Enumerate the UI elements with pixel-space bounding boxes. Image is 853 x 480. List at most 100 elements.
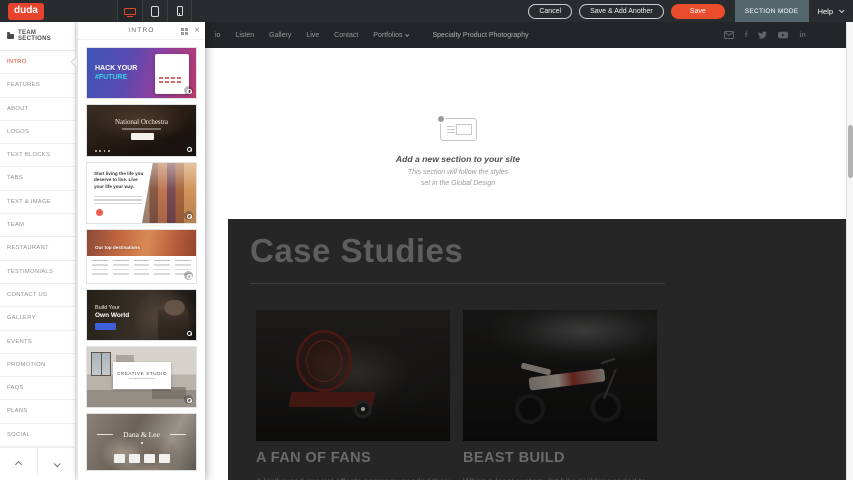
site-page-body: Add a new section to your site This sect… — [205, 48, 846, 480]
scroll-up-button[interactable] — [0, 448, 38, 476]
facebook-icon[interactable]: f — [745, 31, 748, 39]
case-study-text: A Hollywood special effects company need… — [256, 475, 450, 480]
nav-item-contact[interactable]: Contact — [334, 32, 358, 39]
sidebar-item-team[interactable]: TEAM — [0, 214, 75, 237]
placeholder-subtitle-line1: This section will follow the styles — [408, 169, 508, 176]
thumb-headline: Build Your — [95, 305, 120, 311]
magnifier-icon[interactable] — [184, 271, 193, 280]
sidebar-item-intro[interactable]: INTRO — [0, 51, 75, 74]
section-heading: Case Studies — [250, 232, 846, 270]
panel-title: INTRO — [128, 27, 154, 34]
template-thumbnail-hack-your-future[interactable]: HACK YOUR #FUTURE — [86, 47, 197, 99]
device-mobile-button[interactable] — [167, 0, 192, 22]
section-mode-badge: SECTION MODE — [735, 0, 809, 22]
sidebar-item-plans[interactable]: PLANS — [0, 400, 75, 423]
device-tablet-button[interactable] — [142, 0, 167, 22]
magnifier-icon[interactable] — [184, 328, 193, 337]
slider-dots — [95, 150, 110, 152]
save-add-another-button[interactable]: Save & Add Another — [579, 4, 664, 19]
sidebar-item-restaurant[interactable]: RESTAURANT — [0, 237, 75, 260]
bike-handlebar-shape — [601, 358, 615, 364]
nav-item-portfolios[interactable]: Portfolios — [373, 32, 408, 39]
placeholder-subtitle-line2: set in the Global Design — [421, 180, 495, 187]
sidebar-item-features[interactable]: FEATURES — [0, 74, 75, 97]
chevron-down-icon — [406, 32, 410, 36]
preview-scrollbar[interactable] — [846, 22, 853, 480]
magnifier-icon[interactable] — [184, 86, 193, 95]
magnifier-icon[interactable] — [184, 144, 193, 153]
magnifier-icon[interactable] — [184, 395, 193, 404]
template-thumbnail-build-your-own-world[interactable]: Build Your Own World — [86, 289, 197, 341]
section-placeholder-icon — [440, 118, 477, 141]
help-chevron-down-icon[interactable] — [839, 7, 845, 13]
sidebar-item-text-image[interactable]: TEXT & IMAGE — [0, 191, 75, 214]
case-study-text: When a local custom dirt bike builder ne… — [463, 475, 657, 480]
template-thumbnail-creative-studio[interactable]: CREATIVE STUDIO — [86, 346, 197, 408]
site-brand-title[interactable]: Specialty Product Photography — [432, 32, 528, 39]
sidebar-item-social[interactable]: SOCIAL — [0, 424, 75, 447]
sidebar-item-text-blocks[interactable]: TEXT BLOCKS — [0, 144, 75, 167]
youtube-icon[interactable] — [778, 31, 788, 39]
dirt-bike-image — [463, 310, 657, 441]
case-study-card-fans: A FAN OF FANS A Hollywood special effect… — [256, 310, 450, 480]
template-thumbnail-national-orchestra[interactable]: National Orchestra — [86, 104, 197, 157]
template-thumbnail-live-your-life[interactable]: Start living the life you deserve to liv… — [86, 162, 197, 224]
thumb-title: CREATIVE STUDIO — [113, 371, 171, 376]
help-menu[interactable]: Help — [818, 7, 833, 16]
add-section-placeholder[interactable]: Add a new section to your site This sect… — [325, 118, 591, 189]
thumb-subtitle-line — [129, 378, 155, 379]
chevron-down-icon — [54, 460, 61, 467]
fan-wheel-shape — [354, 400, 372, 418]
social-icons: f in — [724, 31, 806, 39]
thumb-title: Our top destinations — [95, 245, 140, 250]
heading-divider — [250, 283, 665, 284]
linkedin-icon[interactable]: in — [799, 31, 806, 39]
duda-logo[interactable]: duda — [8, 3, 44, 20]
thumb-headline: HACK YOUR — [95, 65, 137, 72]
thumb-countdown-boxes — [87, 454, 196, 463]
sidebar-item-promotion[interactable]: PROMOTION — [0, 354, 75, 377]
case-studies-section: Case Studies A FAN OF FANS A Hollywood s… — [228, 219, 846, 480]
cancel-button[interactable]: Cancel — [528, 4, 572, 19]
close-icon[interactable]: × — [194, 24, 200, 38]
case-studies-row: A FAN OF FANS A Hollywood special effect… — [250, 310, 846, 480]
email-icon[interactable] — [724, 31, 734, 39]
sidebar-footer: Create Section — [0, 447, 75, 480]
device-desktop-button[interactable] — [117, 0, 142, 22]
thumb-dot — [141, 442, 143, 444]
scroll-down-button[interactable] — [38, 448, 75, 476]
template-thumbnail-top-destinations[interactable]: Our top destinations — [86, 229, 197, 284]
bike-rear-wheel-shape — [515, 394, 545, 424]
case-study-title: BEAST BUILD — [463, 450, 657, 466]
save-button[interactable]: Save — [671, 4, 725, 19]
sidebar-item-contact-us[interactable]: CONTACT US — [0, 284, 75, 307]
chevron-up-icon — [15, 461, 22, 468]
grid-view-icon[interactable] — [181, 28, 188, 35]
placeholder-title: Add a new section to your site — [325, 154, 591, 164]
nav-item-partial[interactable]: io — [215, 32, 220, 39]
nav-item-live[interactable]: Live — [306, 32, 319, 39]
sidebar-item-faqs[interactable]: FAQS — [0, 377, 75, 400]
panel-header: INTRO × — [78, 22, 205, 40]
thumb-center-card: CREATIVE STUDIO — [113, 362, 171, 389]
sidebar-item-gallery[interactable]: GALLERY — [0, 307, 75, 330]
template-thumbnail-dana-and-lee[interactable]: Dana & Lee — [86, 413, 197, 471]
nav-item-listen[interactable]: Listen — [235, 32, 254, 39]
thumb-headline-accent: #FUTURE — [95, 74, 127, 81]
placeholder-image-box — [456, 124, 472, 135]
twitter-icon[interactable] — [758, 31, 767, 39]
sidebar-item-tabs[interactable]: TABS — [0, 167, 75, 190]
nav-item-gallery[interactable]: Gallery — [269, 32, 291, 39]
sidebar-item-about[interactable]: ABOUT — [0, 98, 75, 121]
thumb-button — [95, 323, 116, 330]
sidebar-item-testimonials[interactable]: TESTIMONIALS — [0, 261, 75, 284]
magnifier-icon[interactable] — [184, 211, 193, 220]
thumb-window-shape — [91, 352, 111, 376]
sidebar-item-events[interactable]: EVENTS — [0, 331, 75, 354]
placeholder-text-lines — [447, 126, 455, 135]
sidebar-item-logos[interactable]: LOGOS — [0, 121, 75, 144]
thumb-title-rule-right — [170, 434, 186, 435]
scrollbar-thumb[interactable] — [848, 125, 853, 178]
thumb-subtitle-line — [122, 128, 161, 130]
bike-fender-shape — [521, 362, 552, 375]
